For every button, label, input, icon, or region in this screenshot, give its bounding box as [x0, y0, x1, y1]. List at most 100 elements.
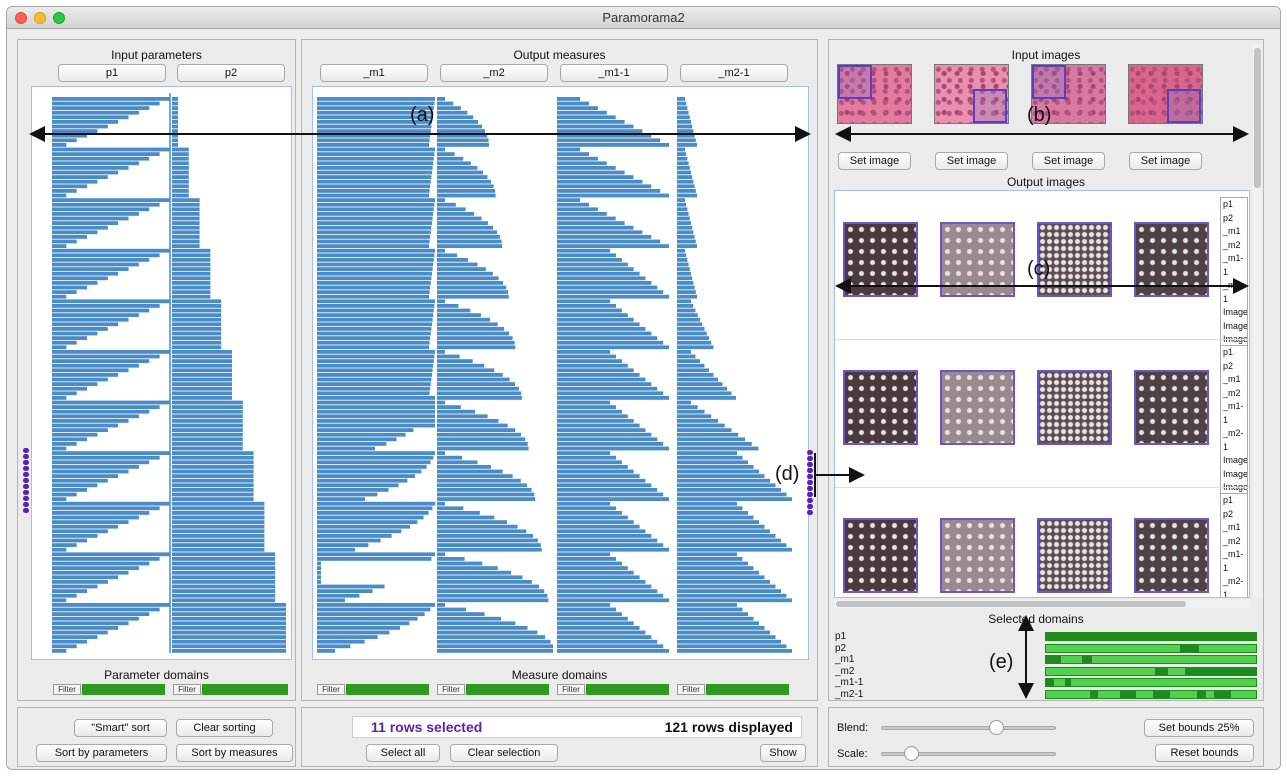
selection-dot[interactable] — [807, 486, 813, 491]
selection-dot[interactable] — [23, 508, 29, 513]
selection-dots-right[interactable] — [807, 450, 813, 516]
scale-slider[interactable] — [881, 746, 1056, 761]
column-button-p1[interactable]: p1 — [58, 64, 166, 82]
sort-by-measures-button[interactable]: Sort by measures — [176, 744, 293, 762]
selection-dot[interactable] — [807, 480, 813, 485]
selection-dot[interactable] — [23, 466, 29, 471]
image-roi-box[interactable] — [973, 89, 1007, 123]
filter-m2-1-range[interactable] — [706, 684, 789, 695]
output-image-thumbnail[interactable] — [843, 222, 918, 297]
filter-m2[interactable]: Filter — [437, 684, 549, 695]
output-image-thumbnail[interactable] — [1037, 518, 1112, 593]
selection-dot[interactable] — [807, 462, 813, 467]
image-roi-box[interactable] — [838, 65, 872, 99]
filter-m1-range[interactable] — [346, 684, 429, 695]
minimize-window-icon[interactable] — [34, 12, 46, 24]
selection-dot[interactable] — [23, 490, 29, 495]
filter-p1[interactable]: Filter — [53, 684, 165, 695]
selection-dot[interactable] — [23, 460, 29, 465]
zoom-window-icon[interactable] — [53, 12, 65, 24]
vertical-scrollbar[interactable] — [1253, 44, 1262, 598]
filter-m1-1-range[interactable] — [586, 684, 669, 695]
measure-bars-plot[interactable] — [312, 86, 809, 660]
m2-bar — [437, 520, 507, 524]
horizontal-scrollbar[interactable] — [834, 600, 1250, 608]
blend-slider[interactable] — [881, 720, 1056, 735]
reset-bounds-button[interactable]: Reset bounds — [1155, 744, 1254, 762]
selection-dot[interactable] — [807, 492, 813, 497]
selection-dot[interactable] — [23, 478, 29, 483]
parameter-bars-plot[interactable] — [31, 86, 292, 660]
selected-domain-bar[interactable] — [1045, 655, 1257, 665]
selection-dot[interactable] — [807, 468, 813, 473]
output-image-thumbnail[interactable] — [1134, 518, 1209, 593]
selection-dot[interactable] — [807, 456, 813, 461]
m1-1-bar — [557, 267, 634, 271]
sort-by-parameters-button[interactable]: Sort by parameters — [36, 744, 167, 762]
selected-domain-bar[interactable] — [1045, 632, 1257, 641]
input-image-thumbnail[interactable] — [837, 64, 912, 124]
output-image-thumbnail[interactable] — [843, 370, 918, 445]
m2-1-bar — [677, 488, 781, 492]
output-image-thumbnail[interactable] — [940, 370, 1015, 445]
output-image-thumbnail[interactable] — [940, 222, 1015, 297]
filter-p1-range[interactable] — [82, 684, 165, 695]
set-bounds-button[interactable]: Set bounds 25% — [1144, 719, 1254, 737]
output-image-thumbnail[interactable] — [1037, 370, 1112, 445]
scale-slider-knob[interactable] — [904, 746, 920, 761]
set-image-button[interactable]: Set image — [935, 152, 1008, 170]
selection-dots-left[interactable] — [23, 448, 29, 514]
selection-dot[interactable] — [23, 472, 29, 477]
blend-slider-knob[interactable] — [989, 720, 1005, 735]
close-window-icon[interactable] — [15, 12, 27, 24]
column-button-p2[interactable]: p2 — [177, 64, 285, 82]
selection-dot[interactable] — [23, 496, 29, 501]
show-button[interactable]: Show — [760, 744, 806, 762]
filter-m2-1[interactable]: Filter — [677, 684, 789, 695]
select-all-button[interactable]: Select all — [366, 744, 440, 762]
image-roi-box[interactable] — [1167, 89, 1201, 123]
column-button-m1[interactable]: _m1 — [320, 64, 428, 82]
input-image-thumbnail[interactable] — [934, 64, 1009, 124]
output-image-thumbnail[interactable] — [1134, 222, 1209, 297]
selection-dot[interactable] — [807, 510, 813, 515]
output-images-list[interactable]: p1 p2 _m1 _m2 _m1-1 _m2-1 Image Image Image Image… — [834, 190, 1250, 598]
filter-p2-range[interactable] — [202, 684, 288, 695]
filter-m2-range[interactable] — [466, 684, 549, 695]
selected-domain-bar[interactable] — [1045, 678, 1257, 688]
image-roi-box[interactable] — [1032, 65, 1066, 99]
selection-dot[interactable] — [807, 504, 813, 509]
selection-dot[interactable] — [23, 454, 29, 459]
selection-dot[interactable] — [23, 484, 29, 489]
set-image-button[interactable]: Set image — [838, 152, 911, 170]
selection-dot[interactable] — [807, 498, 813, 503]
m1-bar — [317, 202, 435, 207]
input-image-thumbnail[interactable] — [1128, 64, 1203, 124]
set-image-button[interactable]: Set image — [1129, 152, 1202, 170]
filter-m1-1[interactable]: Filter — [557, 684, 669, 695]
m1-1-bar — [557, 612, 622, 616]
filter-m1[interactable]: Filter — [317, 684, 429, 695]
clear-selection-button[interactable]: Clear selection — [450, 744, 558, 762]
column-button-m1-1[interactable]: _m1-1 — [560, 64, 668, 82]
horizontal-scroll-thumb[interactable] — [836, 601, 1186, 607]
set-image-button[interactable]: Set image — [1032, 152, 1105, 170]
selection-dot[interactable] — [23, 448, 29, 453]
output-image-thumbnail[interactable] — [1134, 370, 1209, 445]
selection-dot[interactable] — [807, 450, 813, 455]
smart-sort-button[interactable]: "Smart" sort — [74, 719, 167, 737]
selected-domain-bar[interactable] — [1045, 690, 1257, 699]
selected-domain-bar[interactable] — [1045, 643, 1257, 653]
output-image-thumbnail[interactable] — [843, 518, 918, 593]
column-button-m2[interactable]: _m2 — [440, 64, 548, 82]
output-image-thumbnail[interactable] — [940, 518, 1015, 593]
p1-bar — [52, 649, 67, 653]
clear-sorting-button[interactable]: Clear sorting — [176, 719, 273, 737]
filter-p2[interactable]: Filter — [173, 684, 288, 695]
selected-domain-bar[interactable] — [1045, 666, 1257, 676]
selection-dot[interactable] — [807, 474, 813, 479]
m2-1-bar — [677, 129, 694, 133]
vertical-scroll-thumb[interactable] — [1254, 48, 1261, 188]
selection-dot[interactable] — [23, 502, 29, 507]
column-button-m2-1[interactable]: _m2-1 — [680, 64, 788, 82]
